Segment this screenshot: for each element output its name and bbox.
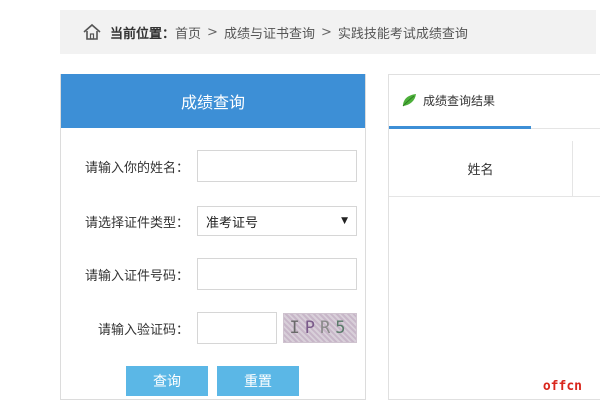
id-number-label: 请输入证件号码： bbox=[84, 268, 189, 284]
id-number-input[interactable] bbox=[197, 258, 357, 290]
reset-button[interactable]: 重置 bbox=[217, 366, 299, 396]
breadcrumb: 当前位置： 首页 > 成绩与证书查询 > 实践技能考试成绩查询 bbox=[60, 10, 596, 54]
captcha-char: R bbox=[320, 318, 336, 338]
leaf-icon bbox=[402, 94, 416, 107]
captcha-label: 请输入验证码： bbox=[97, 322, 189, 338]
query-button[interactable]: 查询 bbox=[126, 366, 208, 396]
captcha-char: I bbox=[289, 318, 305, 338]
id-type-select[interactable]: 准考证号 ▼ bbox=[197, 206, 357, 236]
column-header-empty bbox=[573, 141, 600, 196]
breadcrumb-current: 实践技能考试成绩查询 bbox=[337, 26, 468, 42]
breadcrumb-separator: > bbox=[320, 24, 332, 40]
id-number-row: 请输入证件号码： bbox=[61, 258, 367, 290]
results-table-header: 姓名 bbox=[389, 141, 600, 197]
id-type-label: 请选择证件类型： bbox=[84, 215, 189, 231]
id-type-row: 请选择证件类型： 准考证号 ▼ bbox=[61, 205, 367, 237]
results-panel: 成绩查询结果 姓名 bbox=[388, 74, 600, 400]
captcha-row: 请输入验证码： I P R 5 bbox=[61, 312, 367, 344]
captcha-char: P bbox=[304, 318, 320, 338]
query-form-panel: 成绩查询 请输入你的姓名： 请选择证件类型： 准考证号 ▼ 请输入证件号码： 请… bbox=[60, 74, 366, 400]
captcha-char: 5 bbox=[335, 318, 351, 338]
captcha-input[interactable] bbox=[197, 312, 277, 344]
dropdown-arrow-icon: ▼ bbox=[341, 216, 348, 226]
panel-title: 成绩查询 bbox=[61, 74, 365, 128]
tab-results[interactable]: 成绩查询结果 bbox=[389, 75, 531, 129]
name-input[interactable] bbox=[197, 150, 357, 182]
breadcrumb-separator: > bbox=[207, 24, 218, 40]
column-header-name: 姓名 bbox=[389, 141, 573, 196]
watermark-logo: offcn bbox=[542, 379, 582, 394]
name-row: 请输入你的姓名： bbox=[61, 150, 367, 182]
results-tab-bar: 成绩查询结果 bbox=[389, 75, 600, 129]
breadcrumb-score-cert[interactable]: 成绩与证书查询 bbox=[224, 23, 315, 42]
breadcrumb-lead: 当前位置： bbox=[110, 26, 176, 42]
tab-results-label: 成绩查询结果 bbox=[423, 93, 496, 108]
breadcrumb-home[interactable]: 首页 bbox=[175, 23, 201, 42]
home-icon[interactable] bbox=[82, 22, 102, 42]
name-label: 请输入你的姓名： bbox=[84, 160, 189, 176]
id-type-selected: 准考证号 bbox=[206, 215, 259, 231]
captcha-image[interactable]: I P R 5 bbox=[283, 313, 357, 343]
